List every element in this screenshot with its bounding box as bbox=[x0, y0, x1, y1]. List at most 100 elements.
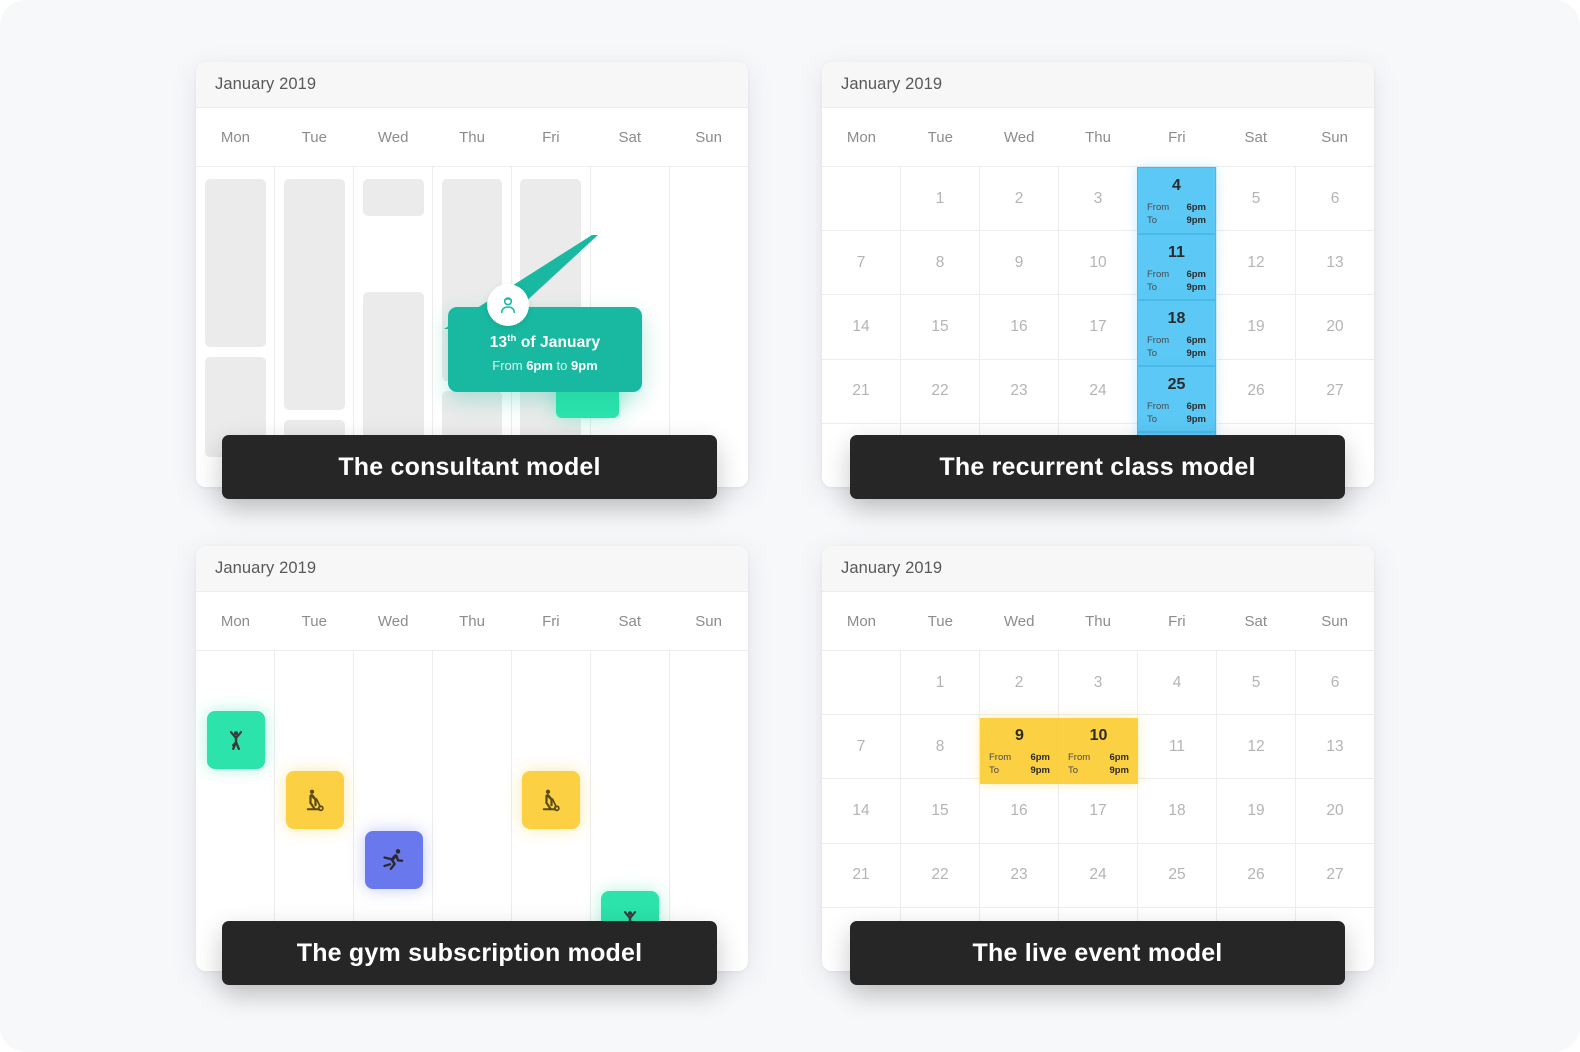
event-block-day-18[interactable]: 18 From 6pm To 9pm bbox=[1137, 300, 1216, 366]
date-cell[interactable]: 19 bbox=[1217, 779, 1296, 843]
weekday-mon: Mon bbox=[846, 612, 877, 630]
date-cell[interactable]: 12 bbox=[1217, 231, 1296, 295]
tooltip-date-line: 13th of January bbox=[448, 333, 642, 352]
date-cell[interactable]: 22 bbox=[901, 359, 980, 423]
weekday-fri: Fri bbox=[1168, 612, 1186, 630]
event-to-time: 9pm bbox=[1186, 347, 1206, 359]
date-cell[interactable]: 6 bbox=[1296, 651, 1374, 714]
event-block-day-10[interactable]: 10 From 6pm To 9pm bbox=[1059, 718, 1138, 784]
date-cell[interactable]: 20 bbox=[1296, 779, 1374, 842]
event-block-day-25[interactable]: 25 From 6pm To 9pm bbox=[1137, 366, 1216, 432]
date-cell[interactable]: 13 bbox=[1296, 715, 1374, 778]
weekday-tue: Tue bbox=[927, 612, 953, 630]
date-cell[interactable]: 1 bbox=[901, 651, 980, 715]
weekday-fri: Fri bbox=[542, 612, 560, 630]
date-cell[interactable]: 3 bbox=[1059, 651, 1138, 715]
caption-label: The live event model bbox=[972, 938, 1223, 967]
date-cell[interactable]: 16 bbox=[980, 779, 1059, 843]
date-cell[interactable]: 10 bbox=[1059, 231, 1138, 295]
event-from-time: 6pm bbox=[1030, 752, 1050, 763]
caption-live-event: The live event model bbox=[850, 921, 1345, 985]
weekday-sat: Sat bbox=[618, 612, 641, 630]
week-row: 21 22 23 24 25 26 27 bbox=[822, 843, 1374, 908]
date-cell[interactable]: 7 bbox=[822, 715, 901, 779]
date-cell[interactable]: 25 bbox=[1138, 843, 1217, 907]
weekday-tue: Tue bbox=[301, 612, 327, 630]
weekday-sat: Sat bbox=[618, 128, 641, 146]
event-to-label: To bbox=[1147, 413, 1158, 425]
event-block-day-11[interactable]: 11 From 6pm To 9pm bbox=[1137, 234, 1216, 300]
event-from-time: 6pm bbox=[1186, 335, 1206, 346]
weekday-row-live: Mon Tue Wed Thu Fri Sat Sun bbox=[822, 592, 1374, 651]
date-cell[interactable]: 21 bbox=[822, 359, 901, 423]
event-times: From 6pm To 9pm bbox=[1138, 335, 1215, 361]
date-cell[interactable]: 19 bbox=[1217, 295, 1296, 359]
event-from-time: 6pm bbox=[1186, 202, 1206, 213]
date-cell[interactable]: 18 bbox=[1138, 779, 1217, 843]
badge-stepper-fri[interactable] bbox=[522, 771, 580, 829]
date-cell[interactable]: 5 bbox=[1217, 167, 1296, 231]
date-cell[interactable]: 5 bbox=[1217, 651, 1296, 715]
stepper-icon bbox=[306, 789, 324, 812]
event-to-label: To bbox=[1147, 281, 1158, 293]
date-cell[interactable]: 2 bbox=[980, 651, 1059, 715]
date-cell[interactable]: 3 bbox=[1059, 167, 1138, 231]
date-cell[interactable]: 17 bbox=[1059, 779, 1138, 843]
date-cell[interactable]: 17 bbox=[1059, 295, 1138, 359]
date-cell[interactable]: 8 bbox=[901, 231, 980, 295]
event-block-day-4[interactable]: 4 From 6pm To 9pm bbox=[1137, 167, 1216, 234]
date-cell[interactable]: 26 bbox=[1217, 843, 1296, 907]
week-row: 21 22 23 24 26 27 bbox=[822, 359, 1374, 424]
date-cell[interactable]: 23 bbox=[980, 843, 1059, 907]
weekday-wed: Wed bbox=[1003, 612, 1035, 630]
date-cell[interactable]: 22 bbox=[901, 843, 980, 907]
date-cell[interactable]: 23 bbox=[980, 359, 1059, 423]
date-cell[interactable]: 15 bbox=[901, 295, 980, 359]
date-cell[interactable]: 4 bbox=[1138, 651, 1217, 715]
weekday-tue: Tue bbox=[927, 128, 953, 146]
date-cell[interactable]: 26 bbox=[1217, 359, 1296, 423]
date-cell[interactable]: 27 bbox=[1296, 360, 1374, 423]
date-cell[interactable]: 14 bbox=[822, 779, 901, 843]
weekday-mon: Mon bbox=[220, 128, 251, 146]
stepper-icon bbox=[542, 789, 560, 812]
date-cell[interactable]: 21 bbox=[822, 843, 901, 907]
event-block-day-9[interactable]: 9 From 6pm To 9pm bbox=[980, 718, 1059, 784]
date-cell[interactable]: 8 bbox=[901, 715, 980, 779]
date-cell[interactable]: 13 bbox=[1296, 231, 1374, 294]
weekday-wed: Wed bbox=[377, 128, 409, 146]
weekday-thu: Thu bbox=[459, 128, 485, 146]
date-cell[interactable]: 12 bbox=[1217, 715, 1296, 779]
date-cell[interactable]: 24 bbox=[1059, 359, 1138, 423]
event-from-label: From bbox=[1147, 269, 1170, 280]
week-row: 14 15 16 17 19 20 bbox=[822, 295, 1374, 360]
event-to-time: 9pm bbox=[1030, 764, 1050, 776]
date-cell[interactable]: 15 bbox=[901, 779, 980, 843]
badge-yoga-mon[interactable] bbox=[207, 711, 265, 769]
event-from-time: 6pm bbox=[1109, 752, 1129, 763]
date-cell[interactable] bbox=[822, 651, 901, 715]
date-cell[interactable]: 7 bbox=[822, 231, 901, 295]
badge-stepper-tue[interactable] bbox=[286, 771, 344, 829]
weekday-fri: Fri bbox=[1168, 128, 1186, 146]
tooltip-month: of January bbox=[516, 334, 601, 352]
date-cell[interactable]: 14 bbox=[822, 295, 901, 359]
date-cell[interactable]: 9 bbox=[980, 231, 1059, 295]
event-day: 10 bbox=[1089, 727, 1108, 744]
date-cell[interactable]: 27 bbox=[1296, 844, 1374, 907]
date-cell[interactable]: 2 bbox=[980, 167, 1059, 231]
date-cell[interactable]: 20 bbox=[1296, 295, 1374, 358]
calendar-header-gym: January 2019 bbox=[196, 546, 748, 592]
date-cell[interactable]: 16 bbox=[980, 295, 1059, 359]
weekday-sun: Sun bbox=[695, 128, 722, 146]
page-background: January 2019 Mon Tue Wed Thu Fri Sat Sun bbox=[0, 0, 1580, 1052]
event-to-time: 9pm bbox=[1109, 764, 1129, 776]
date-cell[interactable]: 24 bbox=[1059, 843, 1138, 907]
date-cell[interactable] bbox=[822, 167, 901, 231]
date-cell[interactable]: 6 bbox=[1296, 167, 1374, 230]
badge-running-wed[interactable] bbox=[365, 831, 423, 889]
tooltip-from-label: From bbox=[492, 358, 527, 374]
date-cell[interactable]: 1 bbox=[901, 167, 980, 231]
calendar-header-recurrent: January 2019 bbox=[822, 62, 1374, 108]
date-cell[interactable]: 11 bbox=[1138, 715, 1217, 779]
